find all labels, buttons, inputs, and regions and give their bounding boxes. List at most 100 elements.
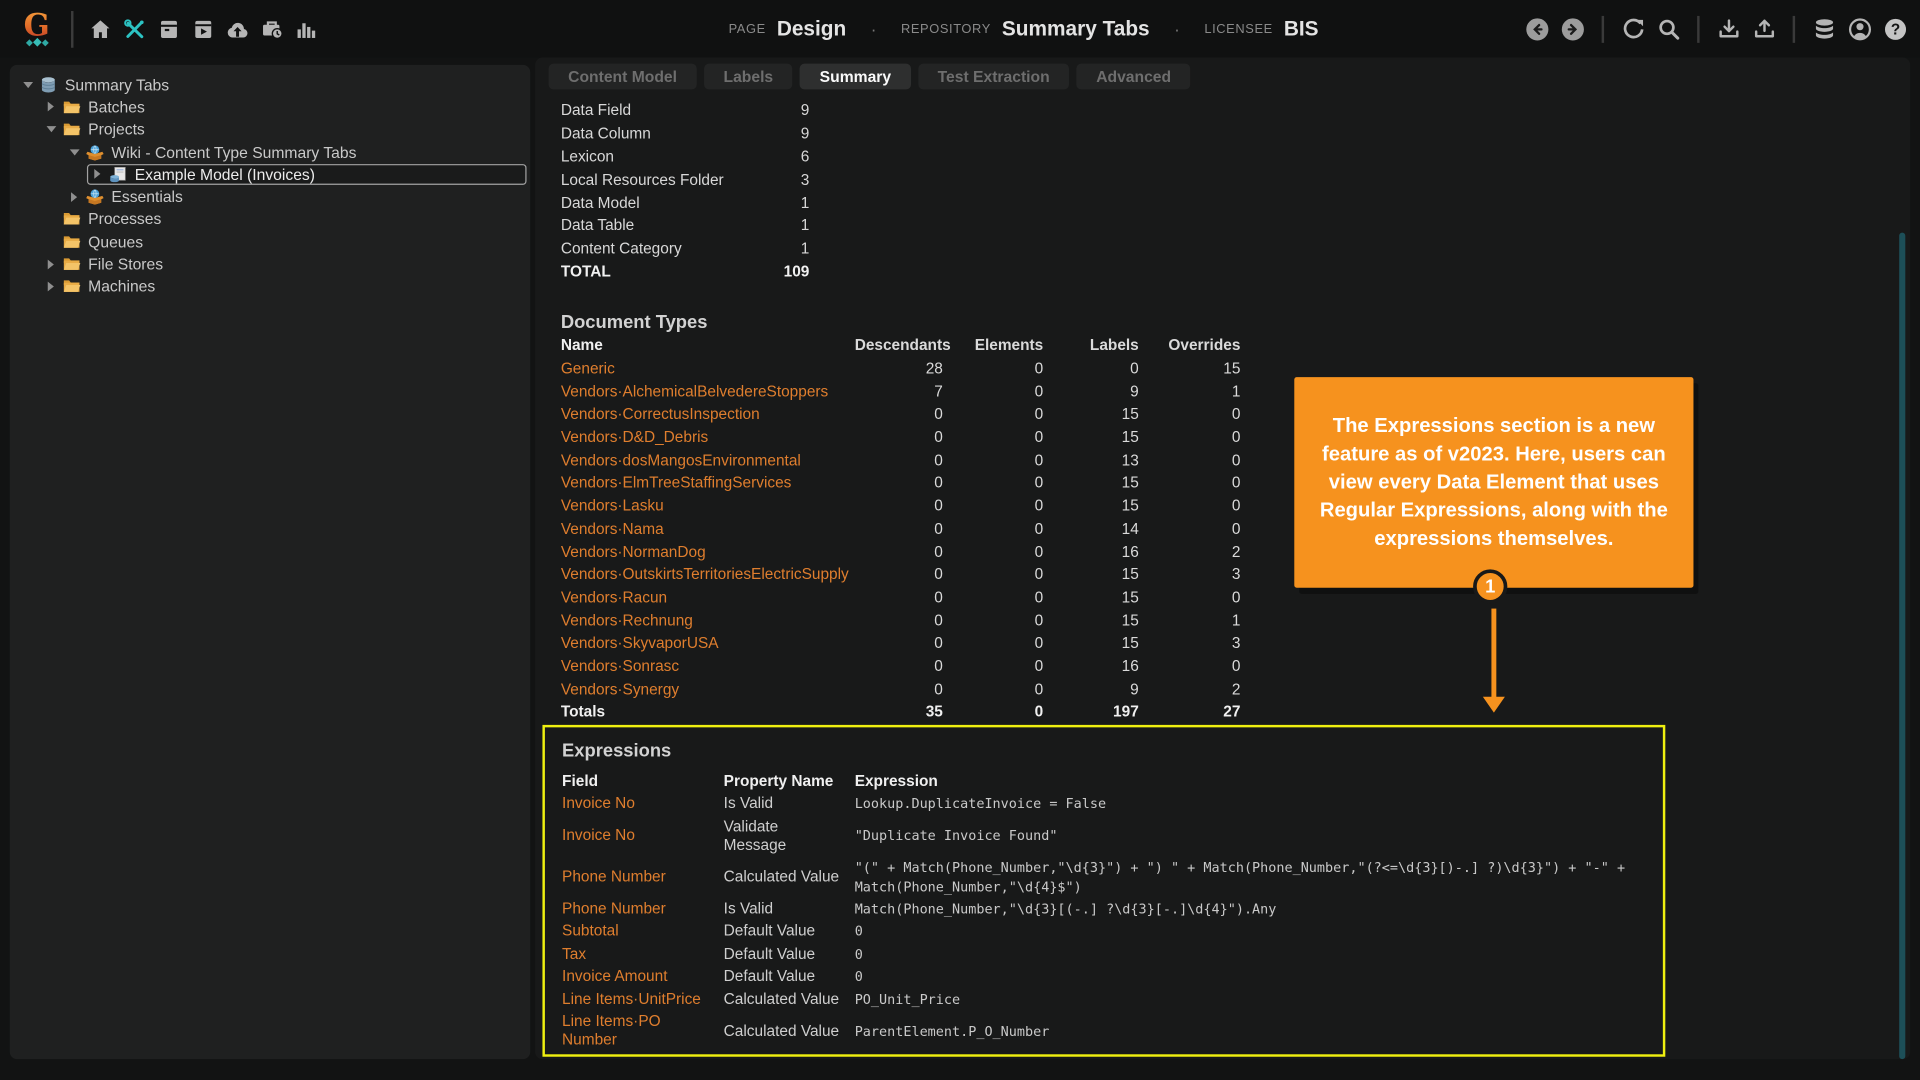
expander-icon[interactable] bbox=[20, 81, 36, 88]
count-row: Data Column 9 bbox=[561, 122, 810, 145]
expression-field-link[interactable]: Phone Number bbox=[562, 868, 724, 887]
annotation-arrow bbox=[1491, 608, 1497, 698]
doctype-cell: 0 bbox=[1034, 360, 1044, 378]
divider bbox=[71, 10, 74, 48]
navigation-tree: Summary Tabs Batches Projects Wiki - Conten… bbox=[9, 64, 531, 1060]
expander-icon[interactable] bbox=[43, 126, 59, 133]
count-label: Local Resources Folder bbox=[560, 171, 724, 189]
expander-icon[interactable] bbox=[66, 148, 82, 155]
expression-property: Default Value bbox=[723, 945, 816, 963]
tree-item-summary-tabs[interactable]: Summary Tabs bbox=[10, 73, 530, 95]
doctype-name-link[interactable]: Vendors·Nama bbox=[561, 520, 855, 537]
tree-item-essentials[interactable]: Essentials bbox=[10, 185, 530, 207]
help-icon[interactable]: ? bbox=[1882, 16, 1908, 42]
doctype-name-link[interactable]: Vendors·CorrectusInspection bbox=[561, 406, 855, 423]
package-icon bbox=[84, 142, 104, 162]
doctype-cell: 2 bbox=[1231, 680, 1241, 698]
expander-icon[interactable] bbox=[43, 281, 59, 292]
doctype-cell: 1 bbox=[1231, 382, 1241, 401]
doctype-name-link[interactable]: Vendors·SkyvaporUSA bbox=[561, 635, 855, 652]
tree-item-wiki-content-type-summary-tabs[interactable]: Wiki - Content Type Summary Tabs bbox=[10, 141, 530, 163]
expander-icon[interactable] bbox=[66, 191, 82, 202]
expander-icon[interactable] bbox=[43, 102, 59, 112]
doctype-name-link[interactable]: Vendors·D&D_Debris bbox=[561, 429, 855, 446]
count-label: Lexicon bbox=[560, 148, 614, 166]
stats-icon[interactable] bbox=[293, 16, 319, 42]
folder-icon bbox=[61, 209, 81, 229]
tab-content-model[interactable]: Content Model bbox=[548, 63, 697, 90]
download-icon[interactable] bbox=[1716, 16, 1742, 42]
doctype-name-link[interactable]: Vendors·Rechnung bbox=[561, 612, 855, 629]
doctype-cell: 0 bbox=[1034, 588, 1044, 607]
batches-icon[interactable] bbox=[156, 16, 182, 42]
expression-field-link[interactable]: Invoice No bbox=[562, 795, 724, 814]
folder-icon bbox=[61, 97, 81, 117]
expression-field-link[interactable]: Phone Number bbox=[562, 900, 724, 919]
account-icon[interactable] bbox=[1847, 16, 1873, 42]
doctype-name-link[interactable]: Generic bbox=[561, 360, 855, 377]
upload-icon[interactable] bbox=[1751, 16, 1777, 42]
doctype-totals-cell: 197 bbox=[1113, 703, 1139, 721]
column-header-elements: Elements bbox=[974, 337, 1044, 355]
expander-icon[interactable] bbox=[89, 169, 105, 180]
doctype-name-link[interactable]: Vendors·Synergy bbox=[561, 680, 855, 697]
doctype-name-link[interactable]: Vendors·Racun bbox=[561, 589, 855, 606]
tree-item-queues[interactable]: Queues bbox=[10, 230, 530, 252]
document-types-table: Name Descendants Elements Labels Overrides Ge… bbox=[561, 334, 1241, 723]
tools-icon[interactable] bbox=[121, 16, 147, 42]
column-header-name: Name bbox=[560, 337, 603, 355]
page-value[interactable]: Design bbox=[777, 17, 846, 41]
export-box-icon[interactable] bbox=[190, 16, 216, 42]
doctype-name-link[interactable]: Vendors·AlchemicalBelvedereStoppers bbox=[561, 383, 855, 400]
doctype-cell: 15 bbox=[1121, 474, 1139, 492]
tab-test-extraction[interactable]: Test Extraction bbox=[918, 63, 1070, 90]
refresh-icon[interactable] bbox=[1620, 16, 1646, 42]
vertical-scrollbar[interactable] bbox=[1899, 232, 1906, 1060]
tree-item-processes[interactable]: Processes bbox=[10, 208, 530, 230]
doctype-cell: 28 bbox=[925, 360, 943, 378]
doctype-cell: 15 bbox=[1121, 611, 1139, 629]
back-icon[interactable] bbox=[1524, 16, 1550, 42]
doctype-name-link[interactable]: Vendors·OutskirtsTerritoriesElectricSupp… bbox=[561, 566, 855, 583]
expression-code: Match(Phone_Number,"\d{3}[(-.] ?\d{3}[-.… bbox=[854, 901, 1277, 918]
tree-item-label: Batches bbox=[88, 97, 145, 117]
cloud-upload-icon[interactable] bbox=[224, 16, 250, 42]
database-icon[interactable] bbox=[1811, 16, 1837, 42]
tree-item-label: Wiki - Content Type Summary Tabs bbox=[111, 142, 357, 162]
doctype-name-link[interactable]: Vendors·NormanDog bbox=[561, 543, 855, 560]
grooper-logo[interactable]: G bbox=[16, 9, 58, 47]
tree-item-file-stores[interactable]: File Stores bbox=[10, 253, 530, 275]
forward-icon[interactable] bbox=[1560, 16, 1586, 42]
repository-value[interactable]: Summary Tabs bbox=[1002, 17, 1150, 41]
expression-field-link[interactable]: Invoice No bbox=[562, 827, 724, 846]
expression-field-link[interactable]: Subtotal bbox=[562, 922, 724, 941]
count-total-value: 109 bbox=[783, 263, 810, 281]
divider bbox=[1792, 15, 1796, 43]
doctype-cell: 15 bbox=[1121, 565, 1139, 584]
jobs-icon[interactable] bbox=[258, 16, 284, 42]
doctype-name-link[interactable]: Vendors·Sonrasc bbox=[561, 658, 855, 675]
tab-summary[interactable]: Summary bbox=[800, 63, 911, 90]
expression-field-link[interactable]: Line Items·PO Number bbox=[562, 1013, 724, 1050]
doctype-name-link[interactable]: Vendors·ElmTreeStaffingServices bbox=[561, 474, 855, 491]
expression-field-link[interactable]: Tax bbox=[562, 945, 724, 964]
tab-labels[interactable]: Labels bbox=[703, 63, 793, 90]
summary-tab-content: Data Field 9 Data Column 9 Lexicon 6 Local Res… bbox=[542, 89, 1902, 1057]
home-icon[interactable] bbox=[87, 16, 113, 42]
doctype-name-link[interactable]: Vendors·Lasku bbox=[561, 497, 855, 514]
tree-item-machines[interactable]: Machines bbox=[10, 275, 530, 297]
search-icon[interactable] bbox=[1656, 16, 1682, 42]
expander-icon[interactable] bbox=[43, 258, 59, 269]
tree-item-example-model-invoices[interactable]: Example Model (Invoices) bbox=[10, 163, 530, 185]
tree-item-projects[interactable]: Projects bbox=[10, 118, 530, 140]
expression-field-link[interactable]: Line Items·UnitPrice bbox=[562, 990, 724, 1009]
expression-field-link[interactable]: Invoice Amount bbox=[562, 968, 724, 987]
count-label: Data Field bbox=[560, 102, 632, 120]
doctype-cell: 15 bbox=[1223, 360, 1241, 378]
tab-advanced[interactable]: Advanced bbox=[1076, 63, 1191, 90]
tree-item-batches[interactable]: Batches bbox=[10, 96, 530, 118]
tree-item-label: Machines bbox=[88, 277, 156, 296]
licensee-value[interactable]: BIS bbox=[1284, 17, 1319, 41]
column-header-property-name: Property Name bbox=[723, 772, 834, 790]
doctype-name-link[interactable]: Vendors·dosMangosEnvironmental bbox=[561, 452, 855, 469]
